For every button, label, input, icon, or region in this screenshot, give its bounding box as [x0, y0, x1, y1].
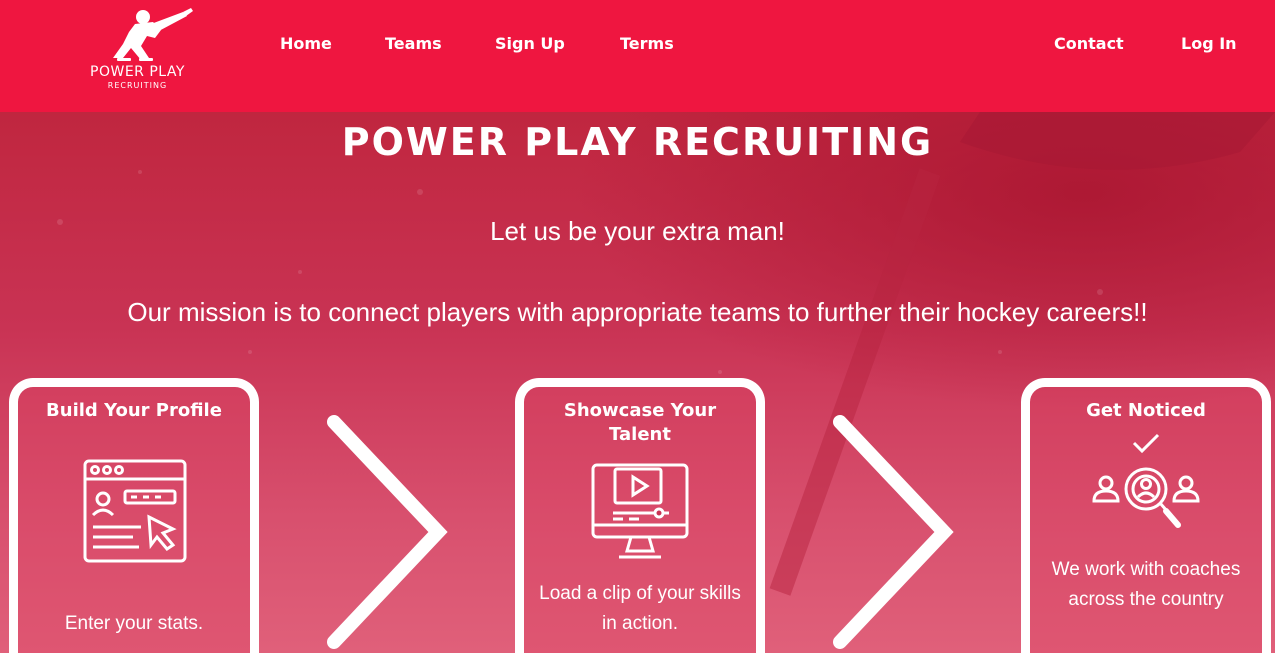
recruit-search-icon: [1092, 433, 1200, 528]
nav-log-in[interactable]: Log In: [1181, 34, 1237, 53]
card-text: Enter your stats.: [64, 613, 204, 634]
navbar: POWER PLAY RECRUITING Home Teams Sign Up…: [0, 0, 1275, 112]
hero-tagline: Let us be your extra man!: [490, 216, 785, 246]
hero-mission: Our mission is to connect players with a…: [127, 297, 1148, 327]
card-title: Showcase Your Talent: [563, 400, 717, 445]
hero-title: POWER PLAY RECRUITING: [341, 120, 934, 164]
nav-terms[interactable]: Terms: [620, 34, 674, 53]
card-get-noticed[interactable]: Get Noticed We work with coaches across …: [1021, 378, 1271, 653]
logo-title: POWER PLAY: [90, 64, 185, 80]
logo[interactable]: POWER PLAY RECRUITING: [70, 8, 205, 98]
card-title: Build Your Profile: [46, 400, 222, 421]
card-build-profile[interactable]: Build Your Profile Enter your stats.: [9, 378, 259, 653]
logo-subtitle: RECRUITING: [107, 81, 168, 90]
nav-contact[interactable]: Contact: [1054, 34, 1124, 53]
nav-home[interactable]: Home: [280, 34, 332, 53]
card-text: We work with coaches across the country: [1051, 559, 1241, 610]
card-showcase-talent[interactable]: Showcase Your Talent Load a clip of your…: [515, 378, 765, 653]
card-text: Load a clip of your skills in action.: [539, 583, 741, 634]
profile-browser-icon: [83, 459, 187, 563]
nav-sign-up[interactable]: Sign Up: [495, 34, 565, 53]
chevron-right-icon: [833, 415, 954, 649]
hero-section: POWER PLAY RECRUITING Let us be your ext…: [0, 112, 1275, 653]
card-title: Get Noticed: [1086, 400, 1206, 421]
nav-teams[interactable]: Teams: [385, 34, 442, 53]
chevron-right-icon: [327, 415, 448, 649]
video-monitor-icon: [591, 463, 689, 559]
hockey-player-icon: [112, 8, 193, 61]
